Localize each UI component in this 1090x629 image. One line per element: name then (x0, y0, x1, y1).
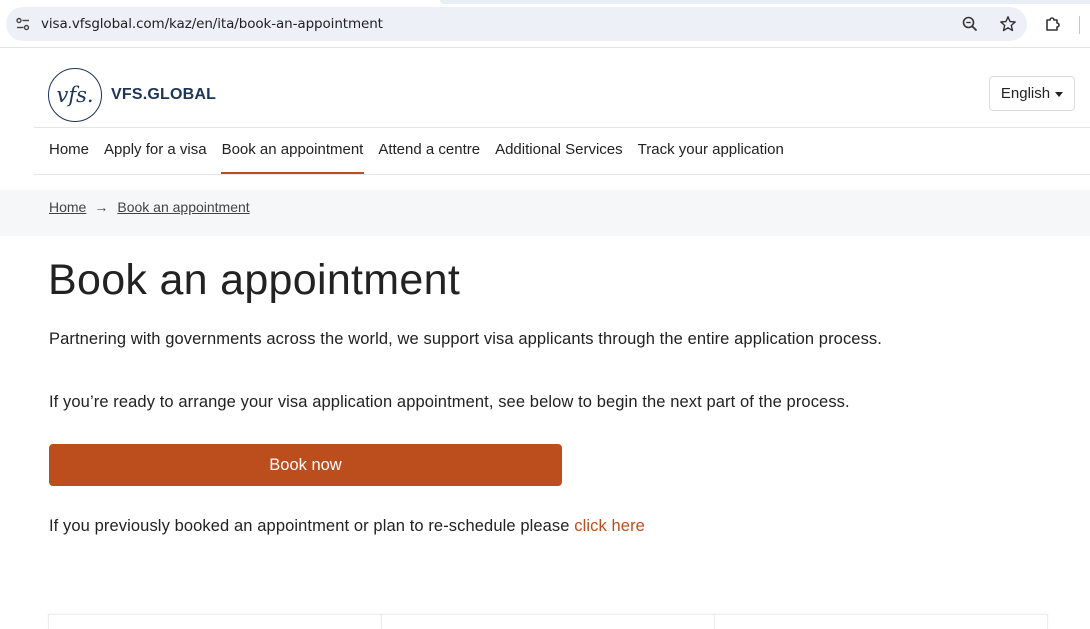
tab-strip-edge (440, 0, 1090, 4)
breadcrumb-home-link[interactable]: Home (49, 199, 86, 215)
nav-item-track-your-application[interactable]: Track your application (630, 128, 791, 174)
main-nav: Home Apply for a visa Book an appointmen… (34, 128, 791, 174)
reschedule-text: If you previously booked an appointment … (49, 517, 575, 535)
intro-paragraph: Partnering with governments across the w… (49, 330, 882, 348)
zoom-icon[interactable] (961, 15, 979, 33)
logo-mark-text: vfs. (56, 83, 94, 107)
service-card[interactable] (48, 614, 382, 629)
click-here-link[interactable]: click here (574, 517, 645, 535)
caret-down-icon (1055, 91, 1064, 97)
instruction-paragraph: If you’re ready to arrange your visa app… (49, 393, 850, 411)
toolbar-divider (1079, 16, 1080, 34)
browser-toolbar: visa.vfsglobal.com/kaz/en/ita/book-an-ap… (0, 0, 1090, 48)
bookmark-star-icon[interactable] (999, 15, 1017, 33)
site-info-icon[interactable] (15, 16, 31, 32)
nav-item-attend-a-centre[interactable]: Attend a centre (371, 128, 488, 174)
language-label: English (1000, 85, 1051, 102)
extensions-puzzle-icon[interactable] (1043, 14, 1063, 34)
address-bar[interactable]: visa.vfsglobal.com/kaz/en/ita/book-an-ap… (6, 7, 1027, 41)
nav-item-book-an-appointment[interactable]: Book an appointment (214, 128, 371, 174)
nav-item-home[interactable]: Home (34, 128, 97, 174)
book-now-button[interactable]: Book now (49, 444, 562, 486)
nav-item-additional-services[interactable]: Additional Services (488, 128, 631, 174)
arrow-right-icon: → (94, 199, 109, 215)
service-card[interactable] (714, 614, 1048, 629)
language-selector[interactable]: English (989, 76, 1075, 111)
nav-item-apply-for-a-visa[interactable]: Apply for a visa (97, 128, 215, 174)
vfs-logo-mark[interactable]: vfs. (48, 68, 102, 122)
nav-divider-bottom (34, 174, 1090, 175)
service-cards-row (48, 614, 1048, 629)
breadcrumb-current-link[interactable]: Book an appointment (117, 199, 249, 215)
vfs-logo-text[interactable]: VFS.GLOBAL (111, 86, 216, 104)
page-title: Book an appointment (48, 256, 461, 304)
url-text[interactable]: visa.vfsglobal.com/kaz/en/ita/book-an-ap… (41, 16, 383, 32)
breadcrumb: Home → Book an appointment (49, 199, 250, 215)
service-card[interactable] (381, 614, 715, 629)
reschedule-paragraph: If you previously booked an appointment … (49, 517, 645, 536)
